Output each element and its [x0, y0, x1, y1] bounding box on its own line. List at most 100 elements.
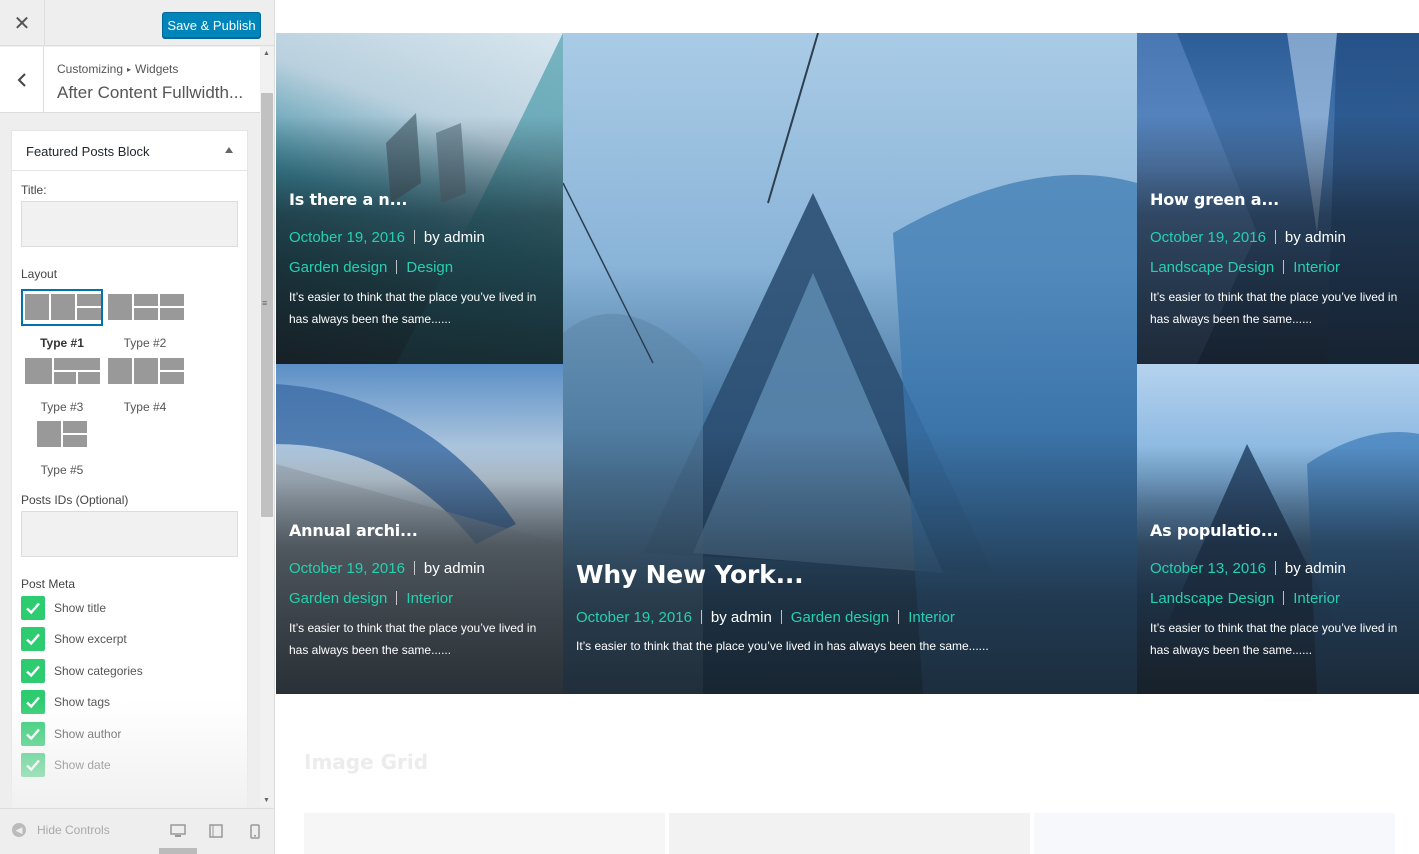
tablet-preview-icon[interactable] [207, 822, 225, 840]
breadcrumb-separator-icon: ▸ [127, 65, 132, 74]
close-icon: ✕ [13, 12, 31, 35]
title-input[interactable] [21, 201, 238, 247]
post-meta-label: Post Meta [21, 577, 76, 591]
layout-type-5-label: Type #5 [40, 463, 84, 477]
section-header: Customizing ▸ Widgets After Content Fullwi… [0, 47, 260, 113]
post-content: Why New York... October 19, 2016 by admin… [576, 560, 1129, 657]
show-author-label: Show author [54, 727, 122, 741]
post-title[interactable]: How green a... [1150, 190, 1411, 209]
post-author[interactable]: by admin [1285, 229, 1346, 246]
category-link[interactable]: Landscape Design [1150, 590, 1274, 607]
post-excerpt: It’s easier to think that the place you’… [1150, 621, 1398, 657]
image-grid-placeholder [304, 813, 665, 854]
desktop-preview-icon[interactable] [169, 822, 187, 840]
save-publish-button[interactable]: Save & Publish [162, 12, 261, 38]
mobile-preview-icon[interactable] [246, 822, 264, 840]
layout-label: Layout [21, 267, 58, 281]
post-date[interactable]: October 13, 2016 [1150, 560, 1266, 577]
layout-option-type-1[interactable]: Type #1 [21, 289, 103, 350]
checkmark-icon [21, 690, 45, 714]
show-title-label: Show title [54, 601, 107, 615]
category-link[interactable]: Interior [908, 609, 955, 626]
category-link[interactable]: Garden design [289, 590, 387, 607]
post-card[interactable]: How green a... October 19, 2016 by admin … [1137, 33, 1419, 364]
post-card[interactable]: Is there a n... October 19, 2016 by admin… [276, 33, 563, 364]
layout-option-type-2[interactable]: Type #2 [104, 289, 186, 350]
title-field-label: Title: [21, 183, 47, 197]
post-title[interactable]: Annual archi... [289, 521, 555, 540]
collapse-arrow-icon[interactable] [225, 147, 233, 153]
layout-option-type-3[interactable]: Type #3 [21, 353, 103, 414]
layout-option-type-5[interactable]: Type #5 [21, 416, 103, 477]
collapse-arrow-circle-icon: ◀ [12, 823, 26, 837]
show-title-checkbox[interactable]: Show title [21, 596, 106, 620]
breadcrumb: Customizing ▸ Widgets [57, 62, 178, 76]
post-title[interactable]: Is there a n... [289, 190, 555, 209]
post-content: How green a... October 19, 2016 by admin … [1150, 190, 1411, 330]
post-categories: Landscape Design Interior [1150, 259, 1411, 276]
category-link[interactable]: Garden design [289, 259, 387, 276]
checkmark-icon [21, 722, 45, 746]
posts-ids-label: Posts IDs (Optional) [21, 493, 129, 507]
image-grid-placeholder [1034, 813, 1395, 854]
layout-type-4-icon [104, 353, 186, 390]
category-link[interactable]: Design [406, 259, 453, 276]
show-tags-checkbox[interactable]: Show tags [21, 690, 110, 714]
category-link[interactable]: Landscape Design [1150, 259, 1274, 276]
posts-ids-input[interactable] [21, 511, 238, 557]
customizer-footer: ◀ Hide Controls [0, 808, 274, 854]
customizer-sidebar: ✕ Save & Publish Customizing ▸ Widgets Aft… [0, 0, 275, 854]
show-date-checkbox[interactable]: Show date [21, 753, 111, 777]
scroll-down-arrow-icon[interactable]: ▼ [263, 797, 270, 804]
post-author[interactable]: by admin [711, 609, 772, 626]
breadcrumb-section: Widgets [135, 62, 179, 76]
post-date[interactable]: October 19, 2016 [289, 229, 405, 246]
show-categories-checkbox[interactable]: Show categories [21, 659, 143, 683]
post-author[interactable]: by admin [424, 560, 485, 577]
post-card-featured[interactable]: Why New York... October 19, 2016 by admin… [563, 33, 1137, 694]
layout-type-4-label: Type #4 [123, 400, 167, 414]
post-author[interactable]: by admin [1285, 560, 1346, 577]
hide-controls-button[interactable]: ◀ Hide Controls [12, 823, 110, 837]
show-tags-label: Show tags [54, 695, 111, 709]
post-card[interactable]: Annual archi... October 19, 2016 by admin… [276, 364, 563, 694]
post-date[interactable]: October 19, 2016 [576, 609, 692, 626]
post-date[interactable]: October 19, 2016 [1150, 229, 1266, 246]
post-title[interactable]: As populatio... [1150, 521, 1411, 540]
back-button[interactable] [0, 47, 44, 113]
layout-type-2-label: Type #2 [123, 336, 167, 350]
category-link[interactable]: Interior [1293, 259, 1340, 276]
post-excerpt: It’s easier to think that the place you’… [1150, 290, 1398, 326]
post-title[interactable]: Why New York... [576, 560, 1129, 589]
category-link[interactable]: Interior [1293, 590, 1340, 607]
close-customizer-button[interactable]: ✕ [0, 0, 45, 46]
customizer-header: ✕ Save & Publish [0, 0, 274, 46]
layout-type-3-icon [21, 353, 103, 390]
post-meta: October 19, 2016 by admin Garden design Int… [576, 609, 1129, 626]
site-preview: Is there a n... October 19, 2016 by admin… [276, 0, 1419, 854]
breadcrumb-root: Customizing [57, 62, 124, 76]
checkmark-icon [21, 596, 45, 620]
show-author-checkbox[interactable]: Show author [21, 722, 121, 746]
show-excerpt-checkbox[interactable]: Show excerpt [21, 627, 127, 651]
post-author[interactable]: by admin [424, 229, 485, 246]
active-device-indicator [159, 848, 197, 854]
scroll-up-arrow-icon[interactable]: ▲ [263, 50, 270, 57]
layout-option-type-4[interactable]: Type #4 [104, 353, 186, 414]
post-meta: October 19, 2016 by admin [289, 560, 555, 577]
chevron-left-icon [17, 73, 26, 87]
featured-posts-widget: Featured Posts Block Title: Layout Type … [11, 130, 248, 810]
post-card[interactable]: As populatio... October 13, 2016 by admin… [1137, 364, 1419, 694]
layout-type-5-icon [21, 416, 103, 453]
post-excerpt: It’s easier to think that the place you’… [289, 290, 537, 326]
post-content: Annual archi... October 19, 2016 by admin… [289, 521, 555, 661]
widget-header[interactable]: Featured Posts Block [12, 131, 247, 171]
checkmark-icon [21, 627, 45, 651]
checkmark-icon [21, 659, 45, 683]
post-categories: Garden design Design [289, 259, 555, 276]
category-link[interactable]: Interior [406, 590, 453, 607]
post-date[interactable]: October 19, 2016 [289, 560, 405, 577]
category-link[interactable]: Garden design [791, 609, 889, 626]
post-excerpt: It’s easier to think that the place you’… [576, 639, 989, 653]
featured-posts-grid: Is there a n... October 19, 2016 by admin… [276, 33, 1419, 694]
